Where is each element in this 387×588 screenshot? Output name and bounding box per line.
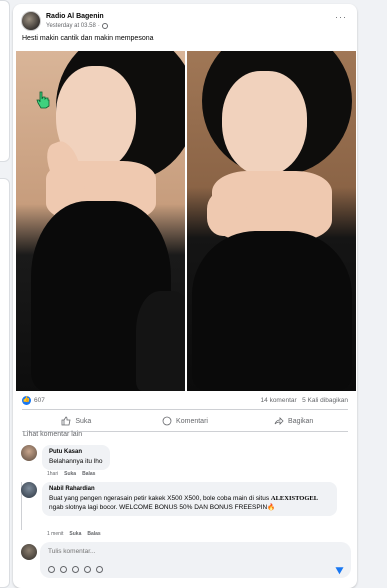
comment-item: Nabil Rahardian Buat yang pengen ngerasa… [21,482,351,538]
comment-author[interactable]: Putu Kasan [49,449,103,455]
see-more-comments-link[interactable]: Lihat komentar lain [23,431,82,438]
comment-item: Putu Kasan Belahannya itu lho 1hari Suka… [21,445,341,477]
comment-text-part: ngab slotnya lagi bocor. WELCOME BONUS 5… [49,504,268,511]
more-options-icon[interactable]: ··· [335,13,347,22]
comment-time[interactable]: 1hari [47,471,58,477]
comment-reply-link[interactable]: Balas [87,531,100,537]
share-button[interactable]: Bagikan [239,411,348,431]
sticker-icon[interactable] [96,566,103,573]
comment-author[interactable]: Nabil Rahardian [49,486,330,492]
photo-jacket [136,291,185,391]
engagement-counts: 14 komentar 5 Kali dibagikan [261,397,348,404]
comment-label: Komentari [176,417,208,425]
commenter-avatar[interactable] [21,445,37,461]
comment-meta: 1 menit Suka Balas [47,531,101,537]
post-photo-right[interactable] [187,51,356,391]
photo-top [192,231,352,391]
share-icon [274,417,284,425]
comment-count[interactable]: 14 komentar [261,397,297,404]
divider [22,409,348,410]
avatar-sticker-icon[interactable] [48,566,55,573]
reaction-count[interactable]: 607 [34,397,45,404]
reaction-stats: 👍 607 14 komentar 5 Kali dibagikan [22,396,348,408]
composer-tools [48,566,103,573]
comment-icon [162,416,172,426]
comment-meta: 1hari Suka Balas [47,471,95,477]
globe-icon [101,23,108,29]
current-user-avatar[interactable] [21,544,37,560]
like-label: Suka [75,417,92,425]
like-button[interactable]: Suka [22,411,131,431]
post-meta: Yesterday at 03.58 · [46,23,108,29]
photo-grid [16,51,356,391]
share-count[interactable]: 5 Kali dibagikan [302,397,348,404]
page-avatar[interactable] [21,11,41,31]
comment-input[interactable] [48,548,248,555]
comment-text: Belahannya itu lho [49,458,103,465]
camera-icon[interactable] [72,566,79,573]
fire-emoji: 🔥 [267,504,276,511]
meta-separator: · [97,23,100,29]
comment-composer [21,542,351,580]
post-card: Radio Al Bagenin Yesterday at 03.58 · ··… [13,4,357,588]
emoji-icon[interactable] [60,566,67,573]
comment-like-link[interactable]: Suka [69,531,81,537]
left-column-card [0,178,10,588]
post-photo-left[interactable] [16,51,185,391]
comment-bubble: Putu Kasan Belahannya itu lho [42,445,110,470]
thumbs-up-icon [61,416,71,426]
comment-input-box [40,542,351,578]
commenter-avatar[interactable] [21,482,37,498]
post-timestamp[interactable]: Yesterday at 03.58 [46,23,96,29]
comment-brand: ALEXISTOGEL [270,495,319,502]
comment-time[interactable]: 1 menit [47,531,63,537]
comment-bubble: Nabil Rahardian Buat yang pengen ngerasa… [42,482,337,516]
post-header: Radio Al Bagenin Yesterday at 03.58 · ··… [21,11,349,33]
comment-text-part: Buat yang pengen ngerasain petir kakek X… [49,495,270,502]
comment-button[interactable]: Komentari [131,411,240,431]
comment-like-link[interactable]: Suka [64,471,76,477]
comment-text: Buat yang pengen ngerasain petir kakek X… [49,494,330,512]
photo-face [222,71,307,176]
hand-cursor-icon [36,91,50,109]
like-reaction-icon: 👍 [22,396,31,405]
left-column-card [0,0,10,162]
post-actions: Suka Komentari Bagikan [22,411,348,431]
share-label: Bagikan [288,417,314,425]
photo-hand [207,191,247,236]
page-name[interactable]: Radio Al Bagenin [46,13,104,20]
post-caption: Hesti makin cantik dan makin mempesona [22,35,154,42]
gif-icon[interactable] [84,566,91,573]
comment-reply-link[interactable]: Balas [82,471,95,477]
send-icon[interactable] [335,563,346,575]
